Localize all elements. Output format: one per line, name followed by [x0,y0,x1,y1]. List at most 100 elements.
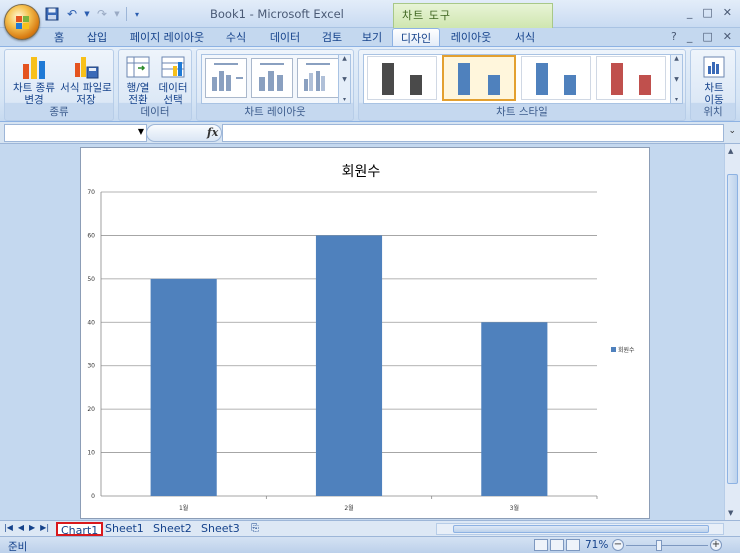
bar[interactable] [150,278,217,496]
x-axis-tick-labels: 1월 2월 3월 [179,496,598,512]
style-thumb-3-bar-b [564,75,576,95]
zoom-slider-knob[interactable] [655,540,662,551]
tab-layout[interactable]: 레이아웃 [440,28,502,46]
minimize-button[interactable]: _ [687,6,693,19]
chart-style-3[interactable] [521,56,591,100]
first-sheet-icon[interactable]: |◀ [4,523,13,532]
zoom-level[interactable]: 71% [585,539,608,551]
insert-function-icon[interactable]: fx [207,126,218,139]
style-thumb-2-bar-b [488,75,500,95]
status-bar: 준비 71% − + [0,536,740,553]
formula-bar: ▼ fx ⌄ [0,122,740,144]
zoom-in-button[interactable]: + [710,539,722,551]
plot-area-bars [150,235,548,496]
style-thumb-4-bar-b [639,75,651,95]
insert-sheet-icon[interactable]: ⎘ [248,522,262,536]
tab-insert[interactable]: 삽입 [74,28,120,46]
save-as-template-button[interactable]: 서식 파일로 저장 [59,54,113,106]
ribbon-window-controls: ? _ □ ✕ [671,30,732,43]
chart-layouts-gallery-scroll[interactable]: ▲ ▼ ▾ [338,55,350,103]
chart-layout-1[interactable] [205,58,247,98]
formula-input[interactable] [222,124,724,142]
chart-type-icon [20,54,48,80]
undo-dropdown-icon[interactable]: ▼ [84,6,90,22]
save-icon[interactable] [44,6,60,22]
undo-icon[interactable]: ↶ [64,6,80,22]
chart-title[interactable]: 회원수 [342,164,381,180]
last-sheet-icon[interactable]: ▶| [40,523,49,532]
chart-layouts-gallery: ▲ ▼ ▾ [201,54,351,104]
tab-home[interactable]: 홈 [44,28,74,46]
page-break-view-button[interactable] [566,539,580,551]
legend[interactable]: 회원수 [611,346,635,354]
chart-style-4[interactable] [596,56,666,100]
chart-layout-2[interactable] [251,58,293,98]
tab-data[interactable]: 데이터 [258,28,312,46]
chart-style-2[interactable] [442,55,516,101]
tab-format[interactable]: 서식 [502,28,548,46]
workbook-restore-button[interactable]: □ [702,30,712,43]
workspace: 회원수 0 10 20 30 40 50 60 70 1월 2월 3월 회원수 ▲ ▼ [0,144,740,520]
horizontal-scrollbar[interactable] [436,523,724,535]
style-thumb-3-bar-a [536,63,548,95]
chart-layout-3[interactable] [297,58,339,98]
zoom-out-button[interactable]: − [612,539,624,551]
view-buttons [534,539,580,551]
redo-dropdown-icon[interactable]: ▼ [114,6,120,22]
style-thumb-2-svg [458,63,500,95]
scroll-down-arrow-icon[interactable]: ▼ [728,509,733,517]
redo-icon[interactable]: ↷ [94,6,110,22]
normal-view-button[interactable] [534,539,548,551]
switch-row-column-button[interactable]: 행/열 전환 [121,54,155,106]
y-tick-label: 20 [87,406,95,413]
chart-styles-gallery-scroll[interactable]: ▲ ▼ ▾ [670,55,682,103]
vertical-scroll-thumb[interactable] [727,174,738,484]
maximize-button[interactable]: □ [702,6,712,19]
select-data-button[interactable]: 데이터 선택 [155,54,191,106]
prev-sheet-icon[interactable]: ◀ [18,523,24,532]
name-box[interactable]: ▼ [4,124,147,142]
tab-view[interactable]: 보기 [352,28,392,46]
style-thumb-2-bar-a [458,63,470,95]
help-icon[interactable]: ? [671,30,677,43]
y-tick-label: 30 [87,363,95,370]
data-group: 행/열 전환 데이터 선택 데이터 [118,49,192,121]
sheet-tab-sheet2[interactable]: Sheet2 [150,522,195,536]
close-button[interactable]: ✕ [723,6,732,19]
zoom-slider-track[interactable] [626,545,708,546]
page-layout-view-button[interactable] [550,539,564,551]
vertical-scrollbar[interactable]: ▲ ▼ [724,144,740,520]
chart-svg: 회원수 0 10 20 30 40 50 60 70 1월 2월 3월 회원수 [87,164,635,512]
name-box-dropdown-icon[interactable]: ▼ [138,127,144,136]
customize-qat-icon[interactable]: ▾ [133,6,141,22]
bar[interactable] [315,235,383,496]
sheet-tab-chart1[interactable]: Chart1 [56,522,104,537]
chart-styles-gallery: ▲ ▼ ▾ [363,54,683,104]
tab-formulas[interactable]: 수식 [214,28,258,46]
workbook-minimize-button[interactable]: _ [687,30,693,43]
chart-layouts-group: ▲ ▼ ▾ 차트 레이아웃 [196,49,354,121]
sheet-tab-sheet3[interactable]: Sheet3 [198,522,243,536]
bar[interactable] [481,322,548,496]
save-template-icon [72,54,100,80]
tab-review[interactable]: 검토 [312,28,352,46]
chart-style-1[interactable] [367,56,437,100]
style-thumb-3-svg [536,63,576,95]
expand-formula-bar-icon[interactable]: ⌄ [728,126,736,136]
workbook-close-button[interactable]: ✕ [723,30,732,43]
y-tick-label: 70 [87,189,95,196]
sheet-nav-buttons: |◀ ◀ ▶ ▶| [4,523,49,532]
sheet-tab-sheet1[interactable]: Sheet1 [102,522,147,536]
change-chart-type-button[interactable]: 차트 종류 변경 [9,54,59,106]
next-sheet-icon[interactable]: ▶ [29,523,35,532]
office-button[interactable] [4,4,40,40]
y-tick-label: 10 [87,450,95,457]
move-chart-button[interactable]: 차트 이동 [695,54,733,106]
horizontal-scroll-thumb[interactable] [453,525,709,533]
chart-area[interactable]: 회원수 0 10 20 30 40 50 60 70 1월 2월 3월 회원수 [80,147,650,519]
qat-separator [126,7,127,21]
tab-design[interactable]: 디자인 [392,28,440,46]
style-thumb-1-bar-a [382,63,394,95]
tab-page-layout[interactable]: 페이지 레이아웃 [120,28,214,46]
scroll-up-arrow-icon[interactable]: ▲ [728,147,733,155]
